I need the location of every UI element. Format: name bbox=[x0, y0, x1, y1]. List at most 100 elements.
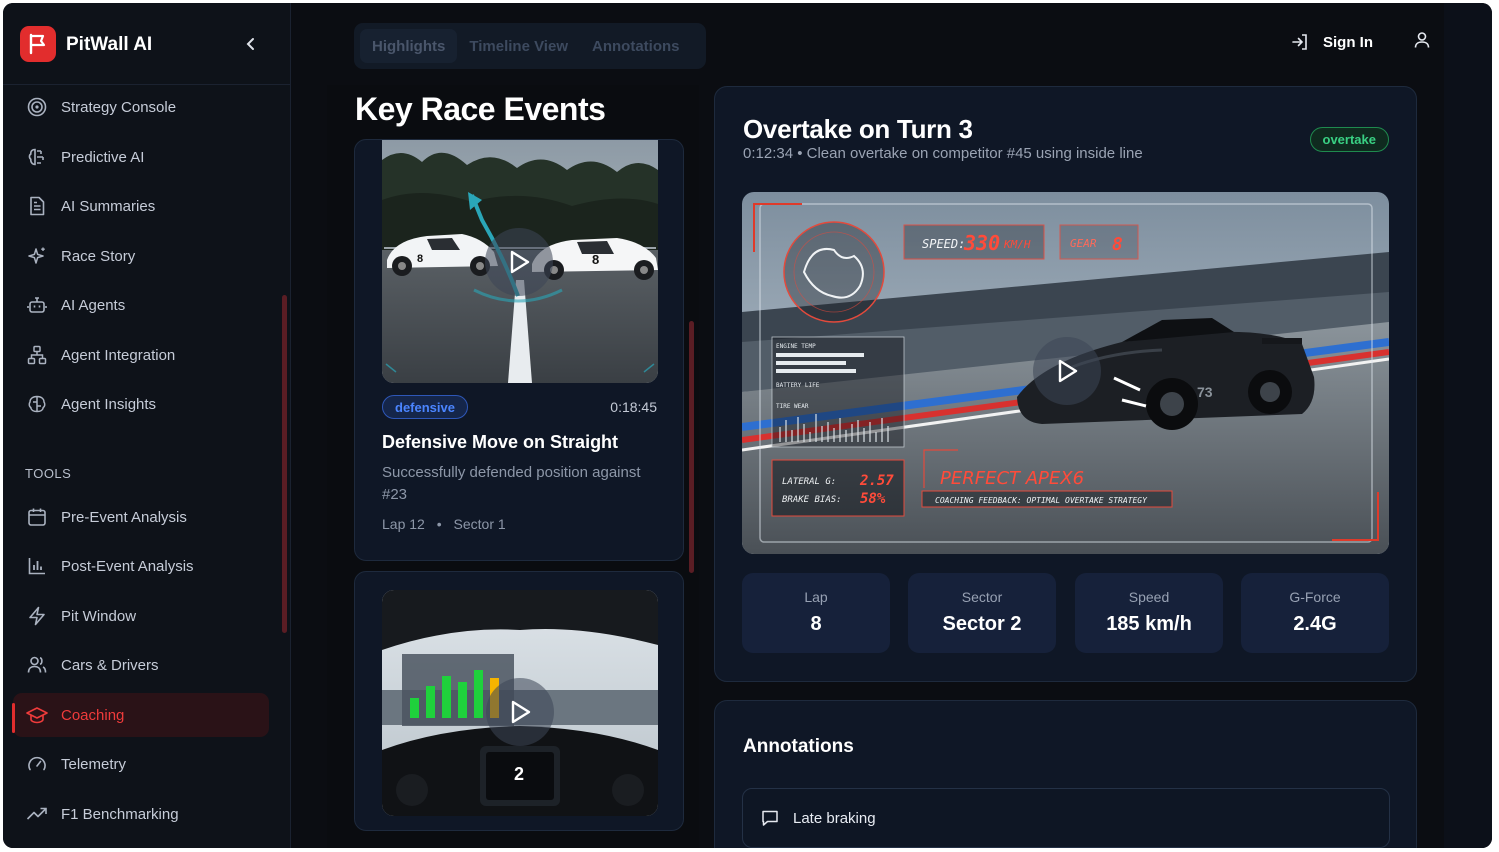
sidebar-item-race-story[interactable]: Race Story bbox=[13, 234, 269, 278]
brand-header: PitWall AI bbox=[3, 3, 291, 85]
events-list-scrollbar[interactable] bbox=[689, 321, 694, 573]
event-lap: Lap 12 bbox=[382, 516, 425, 532]
play-button[interactable] bbox=[485, 228, 553, 296]
car-number: 73 bbox=[1197, 384, 1213, 400]
brain-circuit-icon bbox=[26, 393, 48, 415]
stat-value: 2.4G bbox=[1293, 613, 1337, 635]
flag-logo-icon bbox=[20, 26, 56, 62]
tab-annotations[interactable]: Annotations bbox=[580, 29, 692, 63]
sidebar-item-label: Agent Integration bbox=[61, 346, 176, 364]
sign-in-label: Sign In bbox=[1323, 33, 1373, 51]
sidebar-item-agent-insights[interactable]: Agent Insights bbox=[13, 382, 269, 426]
sidebar-item-label: Pre-Event Analysis bbox=[61, 508, 187, 526]
svg-text:8: 8 bbox=[417, 253, 423, 265]
sidebar-item-label: AI Agents bbox=[61, 296, 126, 314]
event-type-badge: overtake bbox=[1309, 127, 1389, 152]
stat-label: Lap bbox=[804, 589, 828, 605]
stat-value: Sector 2 bbox=[942, 613, 1022, 635]
sidebar-item-pit-window[interactable]: Pit Window bbox=[13, 594, 269, 638]
hud-engine-temp-label: ENGINE TEMP bbox=[776, 343, 816, 350]
meta-separator: • bbox=[436, 516, 442, 532]
users-icon bbox=[26, 654, 48, 676]
event-thumbnail: 2 bbox=[382, 590, 658, 816]
svg-text:2: 2 bbox=[514, 764, 524, 784]
sidebar-item-ai-agents[interactable]: AI Agents bbox=[13, 283, 269, 327]
sidebar-item-ai-summaries[interactable]: AI Summaries bbox=[13, 184, 269, 228]
stat-sector: Sector Sector 2 bbox=[908, 573, 1056, 653]
sidebar-item-f1-benchmarking[interactable]: F1 Benchmarking bbox=[13, 792, 269, 836]
hud-apex-text: PERFECT APEX6 bbox=[940, 468, 1084, 489]
event-title: Defensive Move on Straight bbox=[382, 432, 619, 452]
document-icon bbox=[26, 195, 48, 217]
sidebar-item-label: Pit Window bbox=[61, 607, 137, 625]
tab-highlights[interactable]: Highlights bbox=[360, 29, 458, 63]
hud-battery-label: BATTERY LIFE bbox=[776, 382, 820, 389]
brain-icon bbox=[26, 146, 48, 168]
app-name: PitWall AI bbox=[66, 34, 153, 55]
sidebar-item-post-event-analysis[interactable]: Post-Event Analysis bbox=[13, 544, 269, 588]
sidebar-item-label: Race Story bbox=[61, 247, 136, 265]
right-gutter bbox=[1444, 3, 1492, 848]
event-card-second[interactable]: 2 bbox=[354, 571, 684, 831]
sidebar-scrollbar[interactable] bbox=[282, 295, 287, 633]
play-icon bbox=[511, 700, 531, 724]
stat-label: Speed bbox=[1128, 589, 1170, 605]
stat-value: 185 km/h bbox=[1106, 613, 1192, 635]
hud-feedback-text: COACHING FEEDBACK: OPTIMAL OVERTAKE STRA… bbox=[935, 496, 1148, 505]
event-detail-subtitle: 0:12:34 • Clean overtake on competitor #… bbox=[743, 145, 1143, 162]
tools-section-label: TOOLS bbox=[25, 466, 72, 481]
play-button[interactable] bbox=[1033, 337, 1101, 405]
event-video-player[interactable]: SPEED: 330 KM/H GEAR 8 ENGINE TEMP BATTE… bbox=[742, 192, 1389, 554]
sidebar-item-predictive-ai[interactable]: Predictive AI bbox=[13, 135, 269, 179]
bolt-icon bbox=[26, 605, 48, 627]
sign-in-button[interactable]: Sign In bbox=[1291, 29, 1373, 55]
event-type-badge: defensive bbox=[382, 395, 468, 419]
sidebar-item-label: F1 Benchmarking bbox=[61, 805, 179, 823]
annotations-title: Annotations bbox=[743, 736, 854, 757]
play-button[interactable] bbox=[486, 678, 554, 746]
trending-up-icon bbox=[26, 803, 48, 825]
sidebar-item-label: AI Summaries bbox=[61, 197, 156, 215]
gauge-icon bbox=[26, 753, 48, 775]
event-meta: Lap 12 • Sector 1 bbox=[382, 516, 506, 532]
stat-g-force: G-Force 2.4G bbox=[1241, 573, 1389, 653]
stat-label: G-Force bbox=[1289, 589, 1341, 605]
view-tabs: Highlights Timeline View Annotations bbox=[354, 23, 706, 69]
hud-tire-wear-label: TIRE WEAR bbox=[776, 403, 809, 410]
hud-gear-label: GEAR bbox=[1070, 237, 1097, 250]
sidebar-item-label: Post-Event Analysis bbox=[61, 557, 194, 575]
graduation-cap-icon bbox=[26, 704, 48, 726]
stat-value: 8 bbox=[810, 613, 822, 635]
event-detail-panel: Overtake on Turn 3 0:12:34 • Clean overt… bbox=[714, 86, 1417, 682]
sidebar-item-telemetry[interactable]: Telemetry bbox=[13, 742, 269, 786]
sidebar-item-coaching[interactable]: Coaching bbox=[13, 693, 269, 737]
bot-icon bbox=[26, 294, 48, 316]
stat-label: Sector bbox=[961, 589, 1003, 605]
hud-lateral-value: 2.57 bbox=[859, 473, 894, 489]
chevron-left-icon bbox=[246, 38, 254, 50]
events-title: Key Race Events bbox=[355, 91, 606, 127]
event-description: Successfully defended position against #… bbox=[382, 464, 641, 503]
sidebar-item-strategy-console[interactable]: Strategy Console bbox=[13, 85, 269, 129]
sidebar: PitWall AI Strategy Console Predictive A… bbox=[3, 3, 291, 848]
sidebar-item-agent-integration[interactable]: Agent Integration bbox=[13, 333, 269, 377]
sidebar-item-label: Cars & Drivers bbox=[61, 656, 159, 674]
hud-gear-value: 8 bbox=[1112, 234, 1123, 255]
hud-brake-value: 58% bbox=[860, 491, 886, 507]
event-card-defensive[interactable]: 8 8 defensive 0:18:45 Defensive Move on … bbox=[354, 139, 684, 561]
collapse-sidebar-button[interactable] bbox=[241, 33, 261, 55]
user-icon[interactable] bbox=[1413, 31, 1431, 54]
sidebar-item-pre-event-analysis[interactable]: Pre-Event Analysis bbox=[13, 495, 269, 539]
sidebar-item-label: Strategy Console bbox=[61, 98, 177, 116]
svg-text:8: 8 bbox=[592, 252, 599, 267]
sidebar-item-cars-drivers[interactable]: Cars & Drivers bbox=[13, 643, 269, 687]
annotations-panel: Annotations Late braking bbox=[714, 700, 1417, 848]
bar-chart-icon bbox=[26, 555, 48, 577]
annotation-item[interactable]: Late braking bbox=[742, 788, 1390, 848]
sidebar-item-label: Coaching bbox=[61, 706, 125, 724]
sidebar-item-label: Predictive AI bbox=[61, 148, 145, 166]
comment-icon bbox=[762, 810, 778, 826]
calendar-icon bbox=[26, 506, 48, 528]
sidebar-item-label: Agent Insights bbox=[61, 395, 157, 413]
tab-timeline-view[interactable]: Timeline View bbox=[457, 29, 580, 63]
